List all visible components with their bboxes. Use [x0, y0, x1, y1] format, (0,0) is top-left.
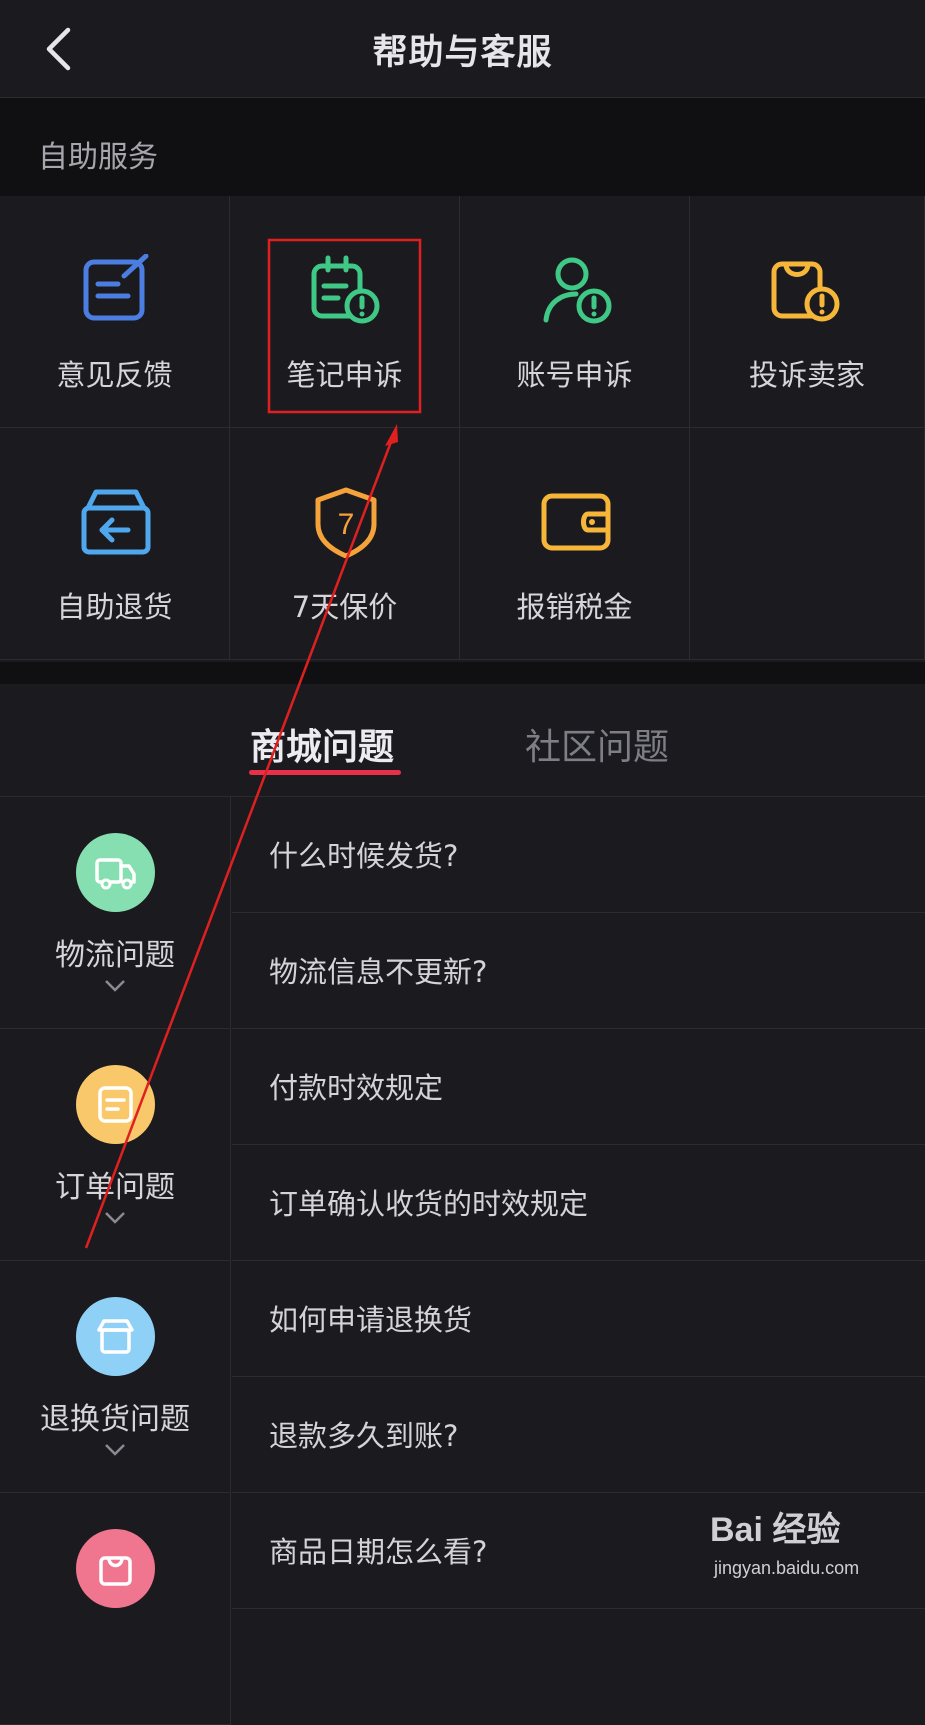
question-item[interactable]: 订单确认收货的时效规定: [232, 1145, 925, 1261]
self-service-heading-text: 自助服务: [38, 140, 158, 175]
account-appeal-label: 账号申诉: [516, 358, 633, 392]
category-label: 订单问题: [55, 1170, 175, 1205]
tax-reimburse-button[interactable]: 报销税金: [460, 428, 690, 660]
category-product[interactable]: [0, 1493, 231, 1725]
price-protect-label: 7天保价: [291, 590, 398, 624]
watermark-brand: Bai 经验: [710, 1511, 841, 1549]
store-icon: [97, 1319, 134, 1354]
tab-community-questions[interactable]: 社区问题: [525, 718, 669, 770]
page-title: 帮助与客服: [372, 33, 553, 73]
question-item[interactable]: 什么时候发货?: [232, 797, 925, 913]
category-label: 退换货问题: [40, 1402, 190, 1437]
self-service-grid: 意见反馈 笔记申诉 账号申诉 投诉卖家 自助退货 7 7天保价 报销税金: [0, 196, 925, 662]
question-item[interactable]: 退款多久到账?: [232, 1377, 925, 1493]
note-appeal-label: 笔记申诉: [286, 358, 403, 392]
category-logistics[interactable]: 物流问题: [0, 797, 231, 1029]
self-return-button[interactable]: 自助退货: [0, 428, 230, 660]
category-label: 物流问题: [55, 938, 175, 973]
category-icon-circle: [76, 1297, 155, 1376]
empty-grid-cell: [690, 428, 925, 660]
feedback-label: 意见反馈: [56, 358, 173, 392]
self-return-label: 自助退货: [56, 590, 173, 624]
account-appeal-button[interactable]: 账号申诉: [460, 196, 690, 428]
category-returns[interactable]: 退换货问题: [0, 1261, 231, 1493]
question-item[interactable]: 付款时效规定: [232, 1029, 925, 1145]
active-tab-indicator: [249, 770, 401, 775]
question-item[interactable]: 物流信息不更新?: [232, 913, 925, 1029]
shield-badge-text: 7: [338, 508, 355, 541]
self-service-heading: 自助服务: [0, 98, 925, 196]
order-doc-icon: [98, 1086, 133, 1123]
complain-seller-label: 投诉卖家: [748, 358, 865, 392]
category-icon-circle: [76, 1529, 155, 1608]
chevron-down-icon[interactable]: [104, 1211, 126, 1225]
price-protect-button[interactable]: 7 7天保价: [230, 428, 460, 660]
note-appeal-button[interactable]: 笔记申诉: [230, 196, 460, 428]
tax-reimburse-label: 报销税金: [516, 590, 633, 624]
complain-seller-button[interactable]: 投诉卖家: [690, 196, 925, 428]
feedback-button[interactable]: 意见反馈: [0, 196, 230, 428]
top-bar: 帮助与客服: [0, 0, 925, 98]
wallet-icon: [541, 493, 611, 551]
tab-mall-questions[interactable]: 商城问题: [250, 718, 394, 770]
account-appeal-icon: [543, 257, 612, 324]
baidu-jingyan-watermark: Bai 经验 jingyan.baidu.com: [710, 1502, 910, 1590]
shopping-bag-icon: [99, 1556, 132, 1586]
category-orders[interactable]: 订单问题: [0, 1029, 231, 1261]
category-icon-circle: [76, 1065, 155, 1144]
price-protect-shield-icon: 7: [315, 487, 377, 558]
truck-icon: [95, 858, 136, 890]
watermark-url: jingyan.baidu.com: [714, 1558, 860, 1578]
note-appeal-icon: [311, 255, 380, 324]
section-divider: [0, 662, 925, 684]
question-tabs: 商城问题 社区问题: [0, 684, 925, 797]
category-icon-circle: [76, 833, 155, 912]
complain-seller-icon: [771, 261, 840, 322]
feedback-icon: [83, 254, 149, 321]
return-box-icon: [81, 489, 151, 555]
chevron-down-icon[interactable]: [104, 979, 126, 993]
question-item[interactable]: 如何申请退换货: [232, 1261, 925, 1377]
chevron-down-icon[interactable]: [104, 1443, 126, 1457]
